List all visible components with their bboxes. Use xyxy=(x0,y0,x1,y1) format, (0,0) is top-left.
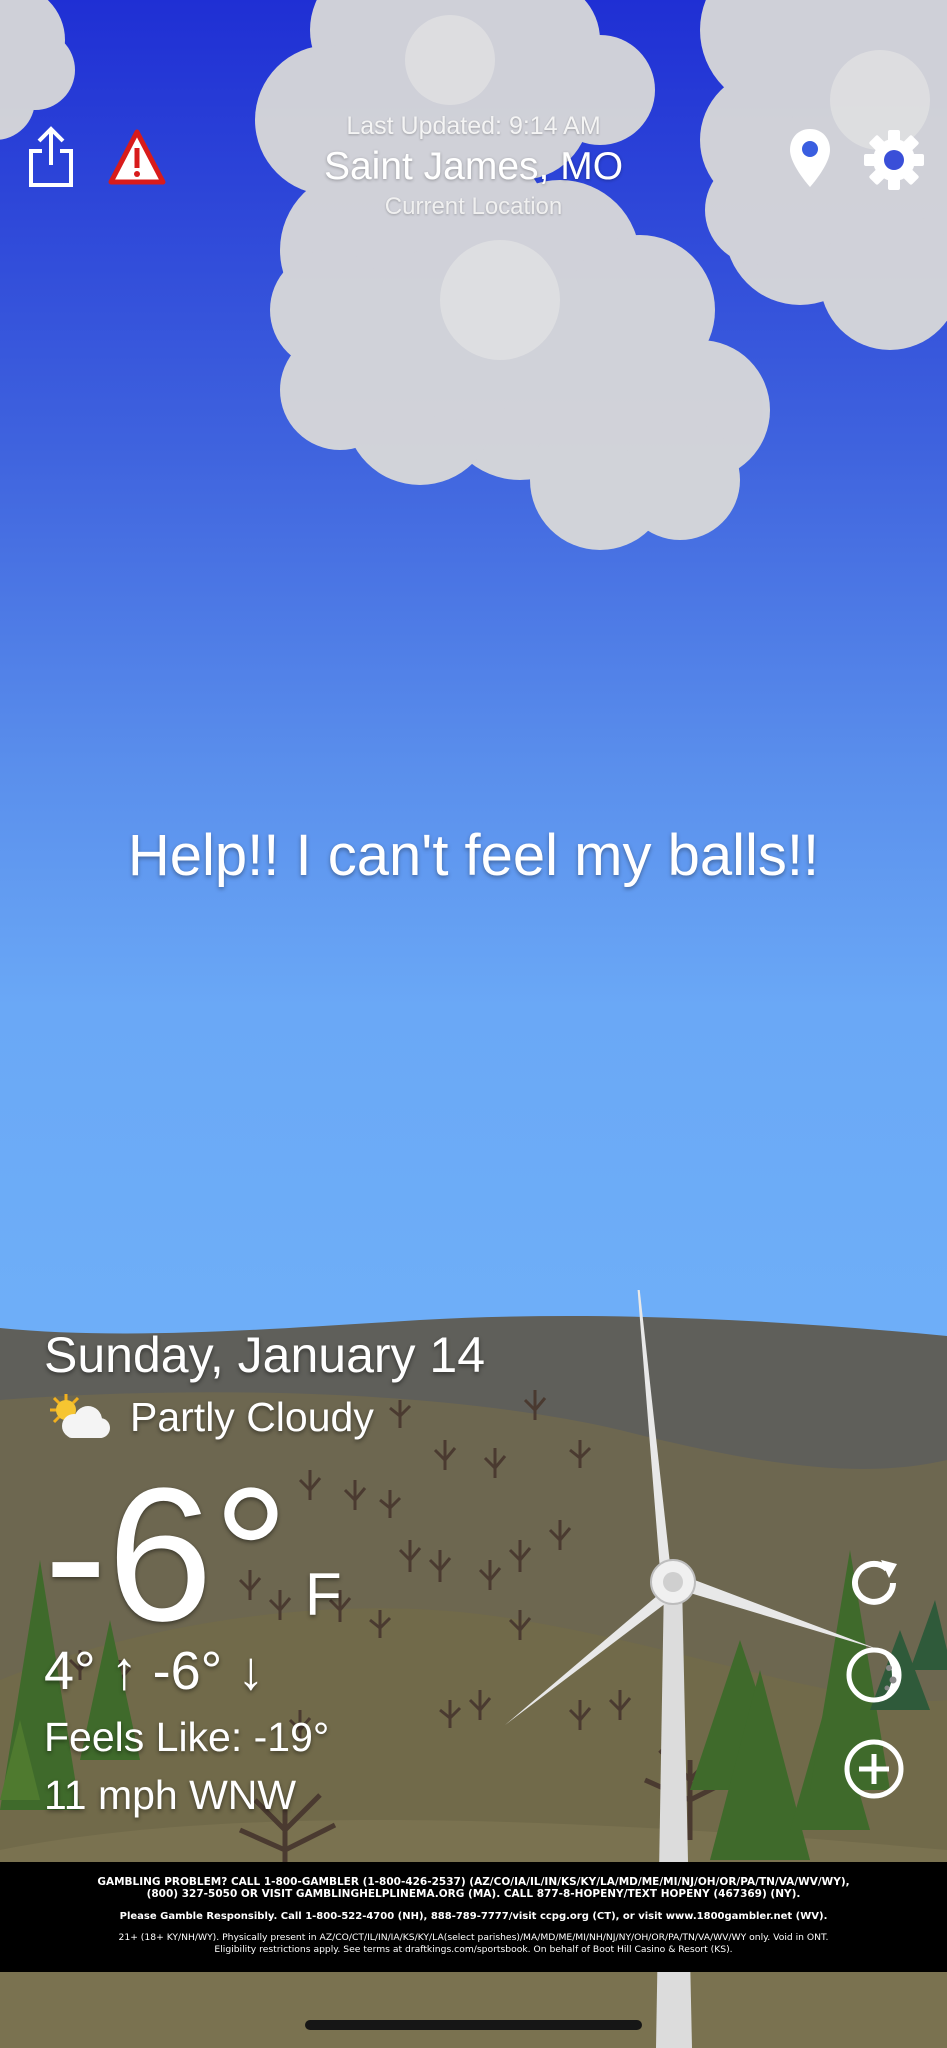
last-updated-label: Last Updated: 9:14 AM xyxy=(346,112,601,140)
weather-message: Help!! I can't feel my balls!! xyxy=(127,823,820,888)
date-label: Sunday, January 14 xyxy=(44,1327,486,1383)
wind-label: 11 mph WNW xyxy=(44,1772,297,1818)
high-low-temperature: 4° ↑ -6° ↓ xyxy=(44,1641,265,1701)
ad-text-line-1b: (800) 327-5050 OR VISIT GAMBLINGHELPLINE… xyxy=(146,1888,801,1900)
location-header: Last Updated: 9:14 AM Saint James, MO Cu… xyxy=(0,112,947,221)
home-indicator[interactable] xyxy=(305,2020,642,2030)
ad-banner[interactable]: GAMBLING PROBLEM? CALL 1-800-GAMBLER (1-… xyxy=(0,1862,947,1972)
ad-text-line-3b: Eligibility restrictions apply. See term… xyxy=(214,1944,733,1955)
feels-like-label: Feels Like: -19° xyxy=(44,1714,330,1760)
condition-row: Partly Cloudy xyxy=(44,1392,374,1442)
ad-text-line-3a: 21+ (18+ KY/NH/WY). Physically present i… xyxy=(118,1932,829,1943)
refresh-icon[interactable] xyxy=(843,1552,905,1614)
temperature-unit[interactable]: F xyxy=(305,1560,342,1629)
city-name[interactable]: Saint James, MO xyxy=(0,145,947,189)
partly-cloudy-icon xyxy=(50,1394,110,1438)
ad-text-line-1a: GAMBLING PROBLEM? CALL 1-800-GAMBLER (1-… xyxy=(97,1876,850,1888)
location-subtitle: Current Location xyxy=(384,193,563,220)
ad-text-line-2: Please Gamble Responsibly. Call 1-800-52… xyxy=(119,1911,828,1922)
add-location-icon[interactable] xyxy=(843,1738,905,1800)
current-temperature: -6° xyxy=(44,1449,289,1661)
moon-phase-icon[interactable] xyxy=(843,1644,905,1706)
clouds xyxy=(0,0,947,550)
condition-label: Partly Cloudy xyxy=(130,1393,374,1440)
